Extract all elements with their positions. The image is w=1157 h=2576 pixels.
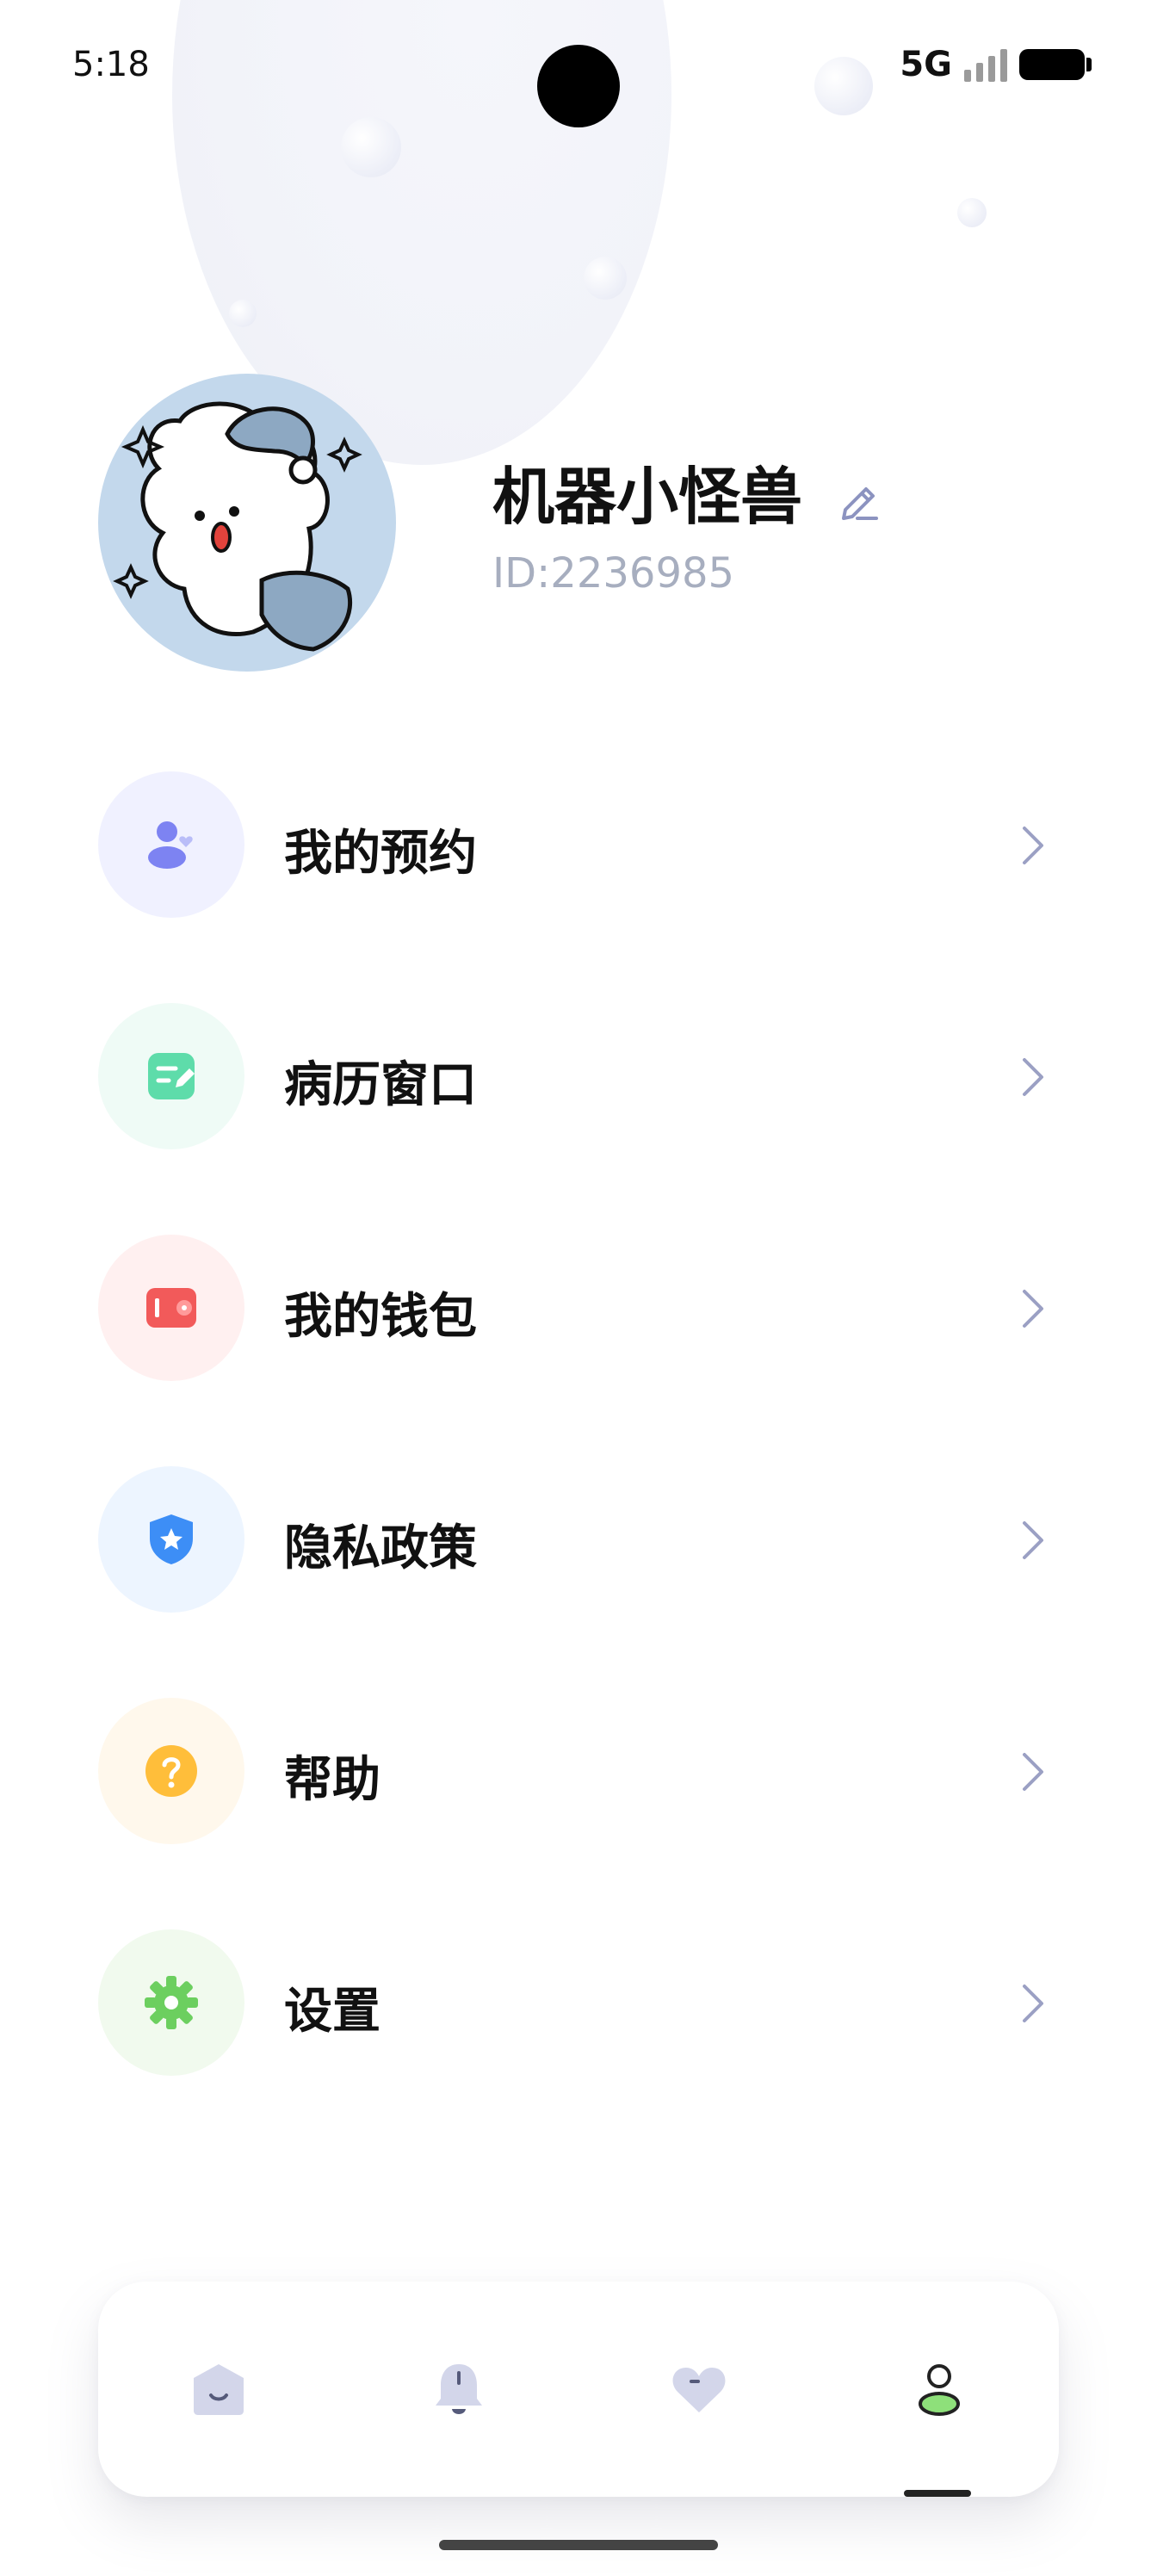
chevron-right-icon (1023, 1290, 1043, 1328)
profile-name: 机器小怪兽 (492, 461, 803, 533)
shield-icon (150, 1514, 193, 1564)
menu-item-help[interactable]: 帮助 (0, 1698, 1157, 1929)
menu-icon-bg (98, 771, 244, 918)
bottom-tab-bar (98, 2282, 1059, 2497)
status-time: 5:18 (72, 45, 150, 84)
decor-bubble (957, 198, 987, 227)
help-icon (145, 1745, 197, 1797)
decor-bubble (341, 117, 401, 177)
avatar[interactable] (98, 374, 396, 672)
decor-bubble (229, 300, 257, 327)
menu-label: 设置 (284, 1984, 381, 2040)
medical-record-icon (148, 1053, 195, 1099)
home-tab-icon (193, 2364, 244, 2415)
menu-icon-bg (98, 1466, 244, 1613)
profile-screen: 5:18 5G 机器小怪兽 ID:2236985 我的预约 病历窗口 我的钱包 … (0, 0, 1157, 2576)
menu-icon-bg (98, 1929, 244, 2076)
avatar-illustration (113, 401, 362, 652)
chevron-right-icon (1023, 1753, 1043, 1791)
gear-icon (145, 1976, 198, 2029)
active-tab-indicator (904, 2490, 971, 2497)
chevron-right-icon (1023, 1058, 1043, 1096)
decor-bubble (814, 57, 873, 115)
menu-item-medical-records[interactable]: 病历窗口 (0, 1003, 1157, 1235)
menu-item-appointments[interactable]: 我的预约 (0, 771, 1157, 1003)
profile-tab-icon (918, 2364, 960, 2416)
decor-bubble (584, 257, 627, 300)
wallet-icon (146, 1288, 196, 1328)
chevron-right-icon (1023, 1985, 1043, 2022)
network-type: 5G (900, 45, 952, 84)
menu-icon-bg (98, 1235, 244, 1381)
menu-icon-bg (98, 1698, 244, 1844)
user-appointment-icon (148, 821, 193, 869)
system-home-indicator[interactable] (439, 2540, 718, 2550)
menu-label: 隐私政策 (284, 1520, 477, 1576)
menu-list: 我的预约 病历窗口 我的钱包 隐私政策 帮助 设置 (0, 771, 1157, 2161)
tab-profile[interactable] (879, 2329, 999, 2449)
notification-tab-icon (435, 2364, 482, 2414)
favorites-tab-icon (672, 2368, 725, 2412)
chevron-right-icon (1023, 827, 1043, 864)
signal-icon (964, 47, 1007, 82)
profile-id: ID:2236985 (492, 549, 735, 598)
menu-item-settings[interactable]: 设置 (0, 1929, 1157, 2161)
menu-item-wallet[interactable]: 我的钱包 (0, 1235, 1157, 1466)
status-icons: 5G (900, 45, 1092, 84)
menu-item-privacy-policy[interactable]: 隐私政策 (0, 1466, 1157, 1698)
menu-icon-bg (98, 1003, 244, 1149)
front-camera (537, 45, 620, 127)
tab-favorites[interactable] (639, 2329, 759, 2449)
menu-label: 我的钱包 (284, 1289, 477, 1345)
menu-label: 我的预约 (284, 826, 477, 882)
edit-pencil-icon[interactable] (835, 479, 883, 527)
menu-label: 病历窗口 (284, 1057, 477, 1113)
menu-label: 帮助 (284, 1752, 381, 1808)
tab-notifications[interactable] (399, 2329, 519, 2449)
tab-home[interactable] (158, 2329, 279, 2449)
chevron-right-icon (1023, 1521, 1043, 1559)
battery-icon (1019, 49, 1092, 80)
